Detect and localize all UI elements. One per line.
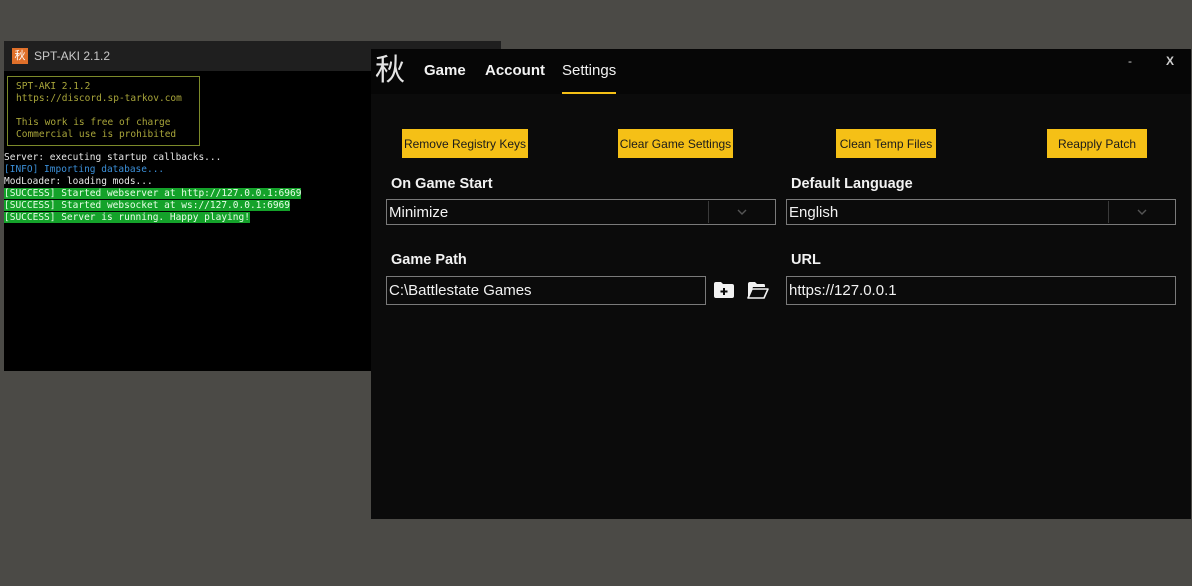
launcher-header[interactable]: 秋 Game Account Settings - X — [371, 49, 1191, 94]
banner-line: SPT-AKI 2.1.2 — [16, 81, 91, 92]
launcher-window: 秋 Game Account Settings - X Remove Regis… — [371, 49, 1191, 519]
banner-line: This work is free of charge — [16, 117, 171, 128]
close-button[interactable]: X — [1166, 54, 1174, 68]
reapply-patch-button[interactable]: Reapply Patch — [1047, 129, 1147, 158]
tab-settings[interactable]: Settings — [562, 62, 617, 94]
tab-game[interactable]: Game — [424, 62, 466, 94]
add-folder-icon[interactable] — [712, 279, 736, 301]
clean-temp-files-button[interactable]: Clean Temp Files — [836, 129, 936, 158]
default-language-select[interactable]: English — [786, 199, 1176, 225]
console-banner: SPT-AKI 2.1.2 https://discord.sp-tarkov.… — [7, 76, 200, 146]
tab-account[interactable]: Account — [485, 62, 545, 94]
chevron-down-icon — [709, 209, 775, 215]
on-game-start-value: Minimize — [389, 203, 449, 221]
default-language-value: English — [789, 203, 839, 221]
minimize-button[interactable]: - — [1128, 54, 1132, 68]
on-game-start-select[interactable]: Minimize — [386, 199, 776, 225]
clear-game-settings-button[interactable]: Clear Game Settings — [618, 129, 733, 158]
chevron-down-icon — [1109, 209, 1175, 215]
banner-line: https://discord.sp-tarkov.com — [16, 93, 182, 104]
default-language-label: Default Language — [791, 176, 913, 192]
launcher-logo: 秋 — [375, 53, 405, 88]
banner-line — [16, 105, 191, 117]
open-folder-icon[interactable] — [746, 279, 770, 301]
game-path-input[interactable] — [386, 276, 706, 305]
app-icon: 秋 — [12, 48, 28, 64]
game-path-label: Game Path — [391, 252, 467, 268]
remove-registry-keys-button[interactable]: Remove Registry Keys — [402, 129, 528, 158]
banner-line: Commercial use is prohibited — [16, 129, 177, 140]
console-title: SPT-AKI 2.1.2 — [34, 49, 111, 63]
on-game-start-label: On Game Start — [391, 176, 493, 192]
url-label: URL — [791, 252, 821, 268]
url-input[interactable] — [786, 276, 1176, 305]
